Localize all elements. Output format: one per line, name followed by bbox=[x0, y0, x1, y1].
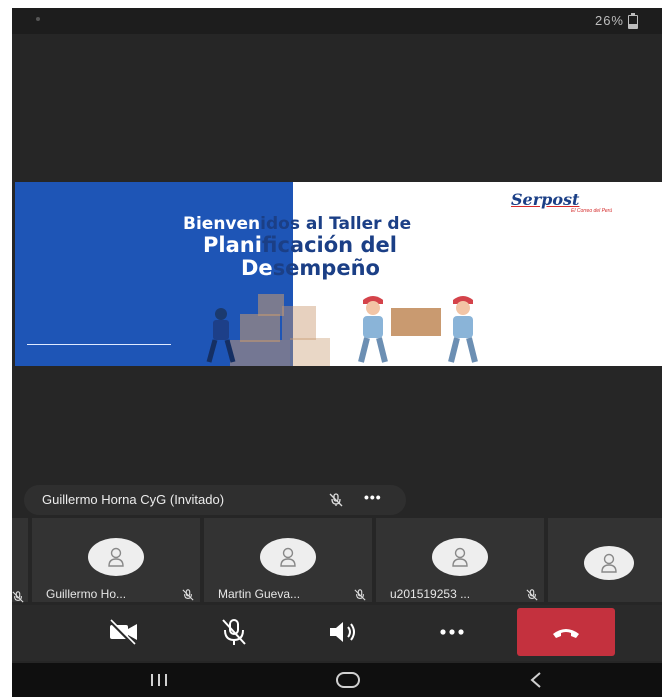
shared-presentation-slide[interactable]: Bienvenidos al Taller de Planificación d… bbox=[15, 182, 662, 366]
person-icon bbox=[280, 547, 296, 567]
avatar bbox=[432, 538, 488, 576]
mic-off-icon[interactable] bbox=[214, 615, 254, 649]
slide-divider bbox=[27, 344, 171, 345]
back-icon[interactable] bbox=[526, 669, 546, 691]
speaker-more-button[interactable]: ••• bbox=[364, 489, 382, 505]
system-navigation-bar bbox=[12, 663, 662, 697]
mic-off-icon bbox=[182, 589, 194, 601]
phone-screen: 26% Bienvenidos al Taller de Planificaci… bbox=[12, 8, 662, 697]
active-speaker-name: Guillermo Horna CyG (Invitado) bbox=[42, 492, 225, 507]
avatar bbox=[260, 538, 316, 576]
slide-title-line-1-part-2: idos al Taller de bbox=[260, 214, 412, 234]
slide-title-line-3-part-2: sempeño bbox=[272, 256, 380, 280]
avatar bbox=[584, 546, 634, 580]
courier-figure-3-icon bbox=[448, 296, 478, 363]
slide-title-line-3-part-1: De bbox=[241, 256, 273, 280]
mic-off-icon bbox=[329, 493, 343, 507]
end-call-button[interactable] bbox=[517, 608, 615, 656]
person-icon bbox=[108, 547, 124, 567]
mic-off-icon bbox=[354, 589, 366, 601]
participant-tile[interactable]: u201519253 ... bbox=[376, 518, 544, 602]
serpost-logo: Serpost bbox=[511, 190, 580, 209]
courier-figure-2-icon bbox=[358, 296, 388, 363]
camera-off-icon[interactable] bbox=[104, 615, 144, 649]
speaker-icon[interactable] bbox=[324, 615, 364, 649]
phone-hangup-icon bbox=[553, 629, 579, 638]
recent-apps-icon[interactable] bbox=[148, 669, 170, 691]
mic-off-icon bbox=[526, 589, 538, 601]
person-icon bbox=[452, 547, 468, 567]
participant-tile[interactable]: Guillermo Ho... bbox=[32, 518, 200, 602]
participant-tile[interactable]: Martin Gueva... bbox=[204, 518, 372, 602]
battery-percentage: 26% bbox=[594, 13, 624, 28]
slide-title-line-3: Desempeño bbox=[241, 256, 380, 280]
slide-title-line-2: Planificación del bbox=[203, 233, 397, 257]
carried-box bbox=[391, 308, 441, 336]
participant-name: Guillermo Ho... bbox=[46, 587, 127, 601]
more-icon[interactable] bbox=[432, 615, 472, 649]
slide-title-line-2-part-2: ficación del bbox=[261, 233, 397, 257]
courier-figure-1-icon bbox=[206, 308, 236, 363]
mic-off-icon bbox=[12, 591, 24, 603]
slide-title-line-1: Bienvenidos al Taller de bbox=[183, 214, 411, 234]
serpost-logo-subtitle: El Correo del Perú bbox=[571, 208, 613, 214]
status-bar: 26% bbox=[12, 8, 662, 34]
participant-name: u201519253 ... bbox=[390, 587, 471, 601]
slide-title-line-1-part-1: Bienven bbox=[183, 214, 261, 234]
participant-name: Martin Gueva... bbox=[218, 587, 301, 601]
participant-tile-partial-left[interactable] bbox=[12, 518, 28, 603]
home-icon[interactable] bbox=[334, 669, 362, 691]
call-controls-bar bbox=[12, 605, 662, 661]
status-dot-icon bbox=[36, 17, 40, 21]
active-speaker-pill[interactable]: Guillermo Horna CyG (Invitado) ••• bbox=[24, 485, 406, 515]
participant-tile[interactable] bbox=[548, 518, 662, 602]
slide-title-line-2-part-1: Plani bbox=[203, 233, 262, 257]
person-icon bbox=[601, 553, 617, 573]
avatar bbox=[88, 538, 144, 576]
battery-icon bbox=[628, 13, 638, 29]
